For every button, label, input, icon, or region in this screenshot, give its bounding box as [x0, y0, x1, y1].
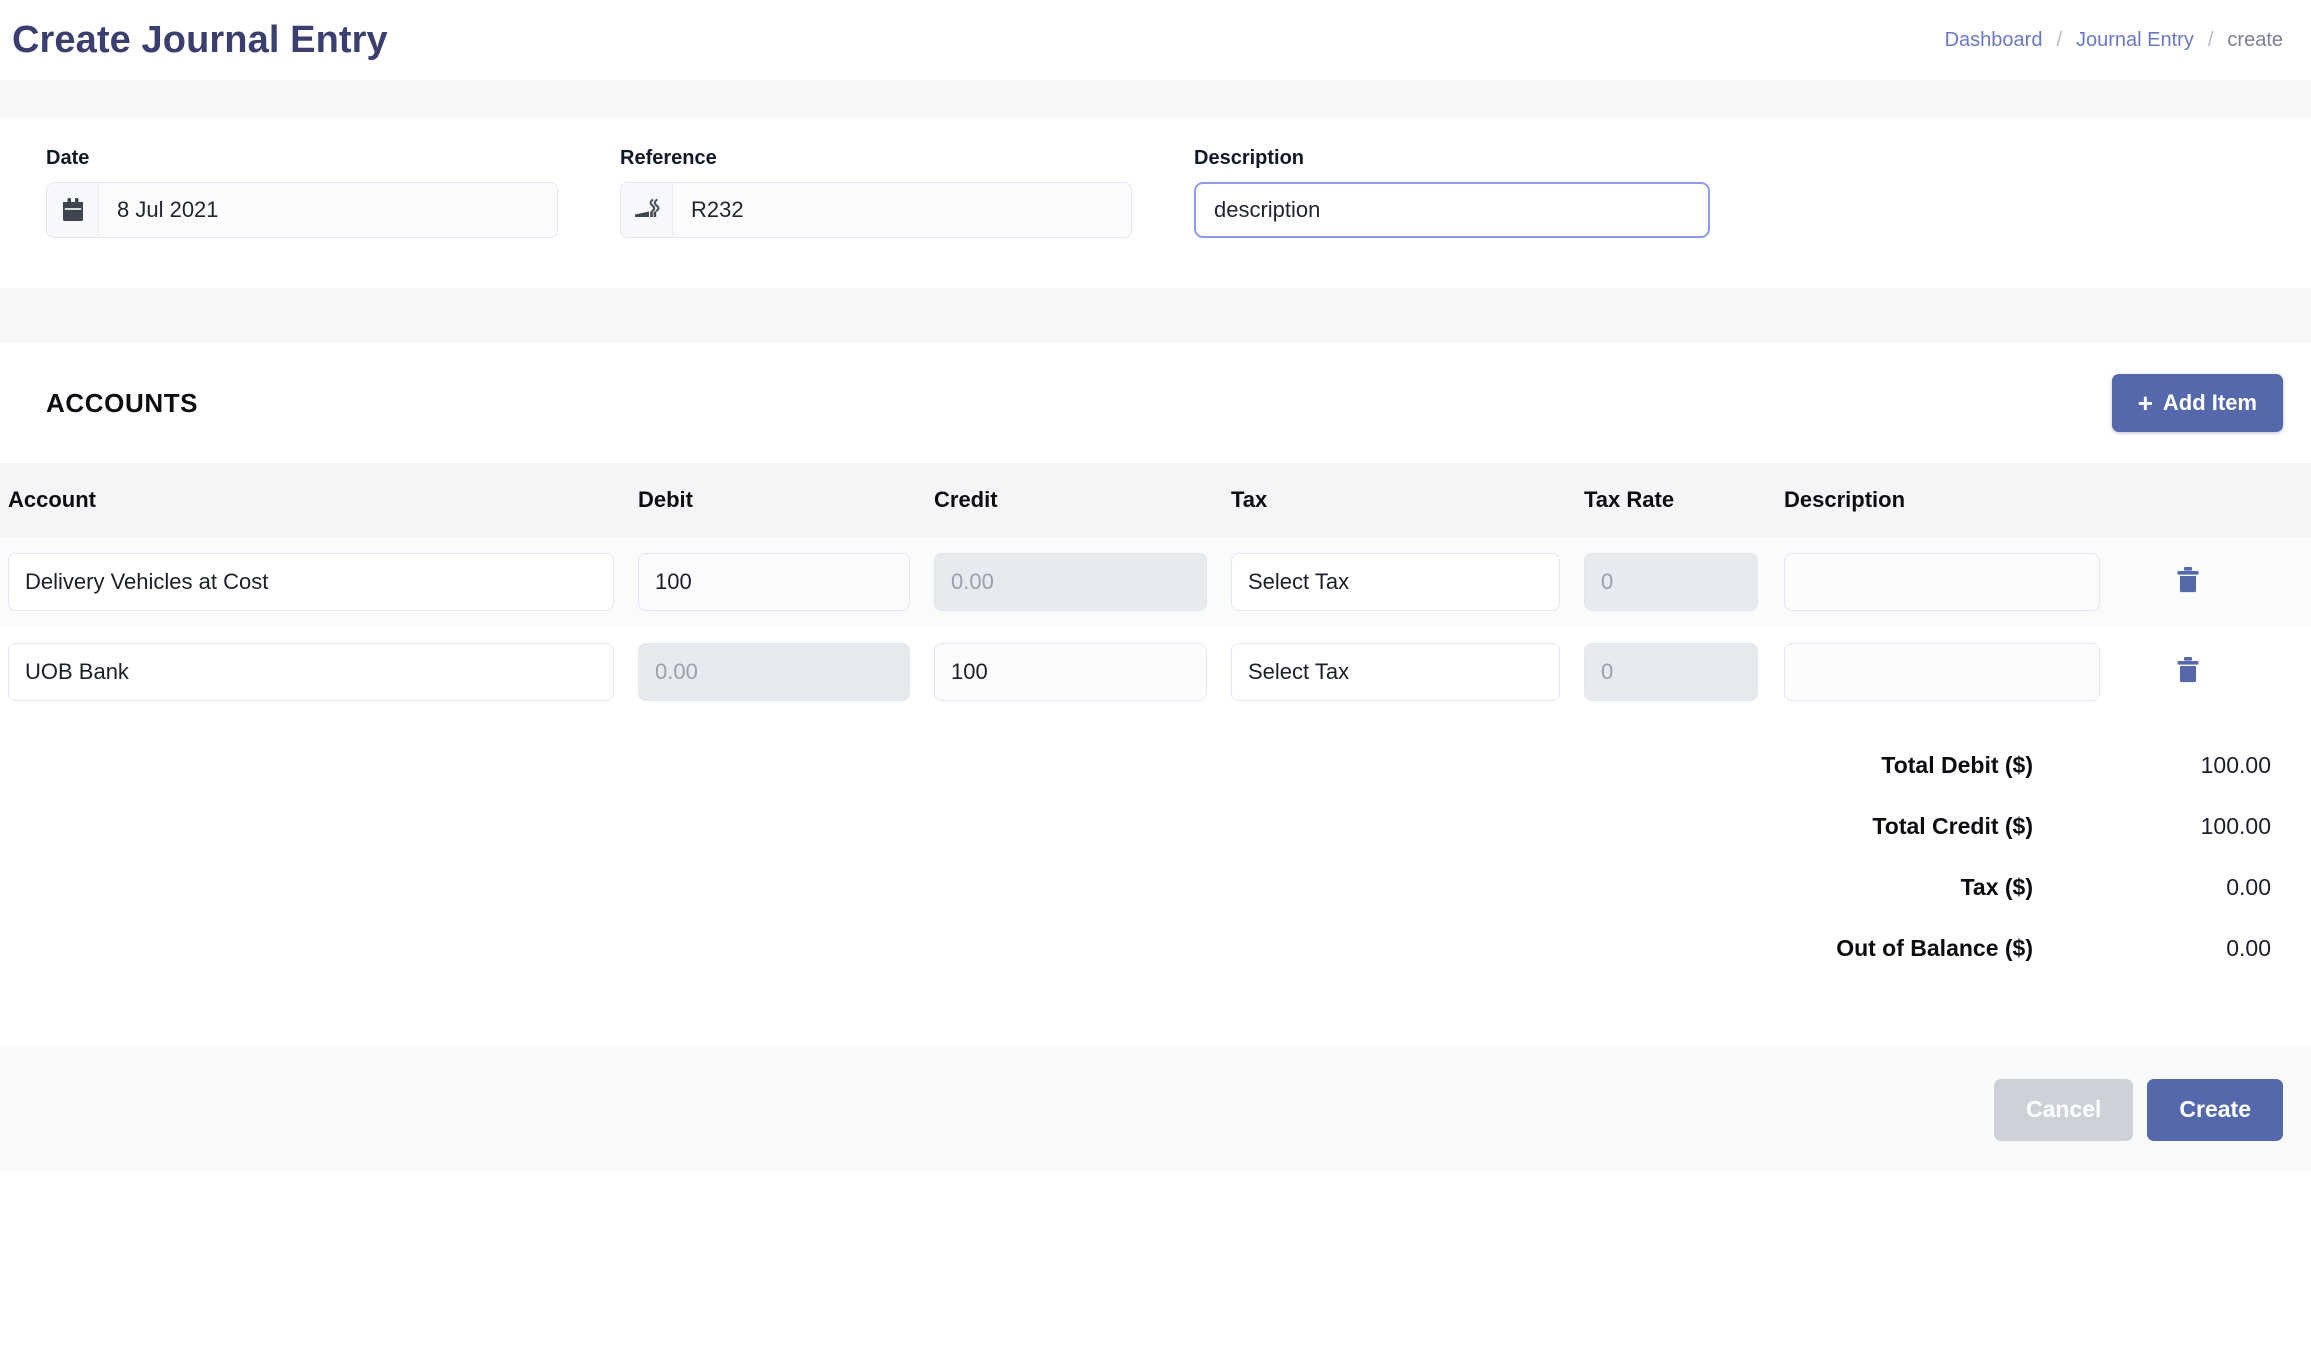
page-header: Create Journal Entry Dashboard / Journal… [0, 0, 2311, 80]
total-debit-value: 100.00 [2200, 752, 2271, 778]
credit-input [934, 553, 1207, 611]
tax-select[interactable]: Select Tax [1231, 643, 1560, 701]
out-of-balance-label: Out of Balance ($) [1836, 935, 2033, 961]
accounts-table-header: Account Debit Credit Tax Tax Rate Descri… [0, 463, 2311, 537]
totals-panel: Total Debit ($) 100.00 Total Credit ($) … [0, 717, 2311, 979]
plus-icon: + [2137, 388, 2153, 418]
cell-credit [926, 537, 1223, 627]
delete-row-button[interactable] [2174, 655, 2202, 685]
column-header-credit: Credit [934, 487, 998, 512]
tax-select-value: Select Tax [1248, 659, 1350, 684]
breadcrumb-separator: / [2207, 28, 2214, 51]
date-label: Date [46, 147, 90, 169]
table-header-row: Account Debit Credit Tax Tax Rate Descri… [0, 463, 2311, 537]
description-label: Description [1194, 147, 1305, 169]
add-item-button[interactable]: + Add Item [2111, 374, 2283, 432]
tax-select[interactable]: Select Tax [1231, 553, 1560, 611]
cancel-button[interactable]: Cancel [1993, 1078, 2134, 1141]
table-row: Select Tax [0, 537, 2311, 627]
cell-description [1776, 627, 2116, 717]
total-row-debit: Total Debit ($) 100.00 [0, 735, 2311, 796]
header-divider-band [0, 80, 2311, 118]
reference-input-group[interactable] [620, 182, 1132, 238]
column-header-tax-rate: Tax Rate [1584, 487, 1675, 512]
accounts-table-body: Select Tax [0, 537, 2311, 717]
column-header-debit: Debit [638, 487, 693, 512]
total-tax-label: Tax ($) [1960, 874, 2033, 900]
cell-description [1776, 537, 2116, 627]
create-button[interactable]: Create [2147, 1078, 2283, 1141]
trash-icon [2174, 655, 2202, 685]
spacer [0, 979, 2311, 1047]
accounts-section-header: ACCOUNTS + Add Item [0, 343, 2311, 463]
total-tax-value: 0.00 [2226, 874, 2271, 900]
total-row-tax: Tax ($) 0.00 [0, 857, 2311, 918]
tax-select-value: Select Tax [1248, 569, 1350, 594]
line-description-input[interactable] [1784, 643, 2100, 701]
cell-tax: Select Tax [1223, 627, 1576, 717]
cell-debit [630, 627, 926, 717]
description-input[interactable] [1194, 182, 1710, 238]
accounts-table: Account Debit Credit Tax Tax Rate Descri… [0, 463, 2311, 717]
date-input-group[interactable] [46, 182, 558, 238]
reference-field-group: Reference [620, 148, 1132, 238]
column-header-actions [2116, 463, 2311, 537]
add-item-label: Add Item [2162, 390, 2257, 415]
line-description-input[interactable] [1784, 553, 2100, 611]
debit-input[interactable] [638, 553, 910, 611]
breadcrumb-dashboard[interactable]: Dashboard [1945, 29, 2043, 52]
journal-entry-form: Date Reference [0, 118, 2311, 288]
cell-debit [630, 537, 926, 627]
debit-input [638, 643, 910, 701]
smoking-icon [621, 183, 673, 237]
cell-credit [926, 627, 1223, 717]
table-row: Select Tax [0, 627, 2311, 717]
trash-icon [2174, 565, 2202, 595]
account-input[interactable] [8, 643, 614, 701]
date-field-group: Date [46, 148, 558, 238]
column-header-tax: Tax [1231, 487, 1268, 512]
section-divider-band [0, 288, 2311, 343]
column-header-account: Account [8, 487, 96, 512]
total-credit-value: 100.00 [2200, 813, 2271, 839]
total-row-out-of-balance: Out of Balance ($) 0.00 [0, 918, 2311, 979]
breadcrumb-current: create [2227, 28, 2283, 51]
reference-input[interactable] [673, 183, 1131, 237]
cell-tax: Select Tax [1223, 537, 1576, 627]
breadcrumb-separator: / [2056, 28, 2062, 51]
breadcrumb-journal-entry[interactable]: Journal Entry [2076, 29, 2194, 52]
description-field-group: Description [1194, 148, 1710, 238]
cell-account [0, 537, 630, 627]
breadcrumb: Dashboard / Journal Entry / create [1945, 29, 2283, 52]
total-debit-label: Total Debit ($) [1881, 752, 2033, 778]
account-input[interactable] [8, 553, 614, 611]
out-of-balance-value: 0.00 [2226, 935, 2271, 961]
cell-account [0, 627, 630, 717]
tax-rate-input [1584, 643, 1758, 701]
delete-row-button[interactable] [2174, 565, 2202, 595]
form-footer: Cancel Create [0, 1047, 2311, 1172]
page-title: Create Journal Entry [12, 19, 388, 61]
calendar-icon [47, 183, 99, 237]
column-header-description: Description [1784, 487, 1906, 512]
cell-tax-rate [1576, 537, 1776, 627]
date-input[interactable] [99, 183, 557, 237]
cell-tax-rate [1576, 627, 1776, 717]
create-journal-entry-page: Create Journal Entry Dashboard / Journal… [0, 0, 2311, 1371]
reference-label: Reference [620, 147, 717, 169]
total-credit-label: Total Credit ($) [1872, 813, 2033, 839]
accounts-section-title: ACCOUNTS [46, 387, 199, 418]
cell-actions [2116, 537, 2311, 627]
cell-actions [2116, 627, 2311, 717]
credit-input[interactable] [934, 643, 1207, 701]
total-row-credit: Total Credit ($) 100.00 [0, 796, 2311, 857]
tax-rate-input [1584, 553, 1758, 611]
